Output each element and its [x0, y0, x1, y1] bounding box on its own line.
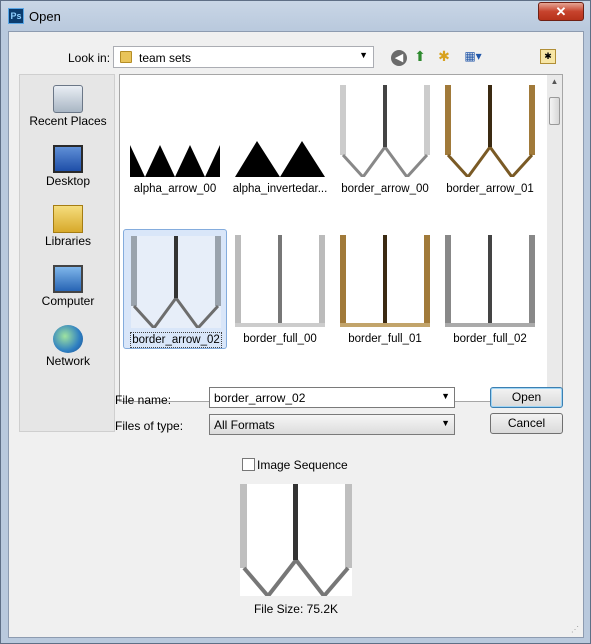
places-bar: Recent Places Desktop Libraries Computer… — [19, 74, 115, 432]
thumbnail-border-full — [235, 235, 325, 327]
scroll-up-arrow-icon[interactable]: ▲ — [547, 75, 562, 89]
place-computer[interactable]: Computer — [20, 261, 116, 319]
file-list[interactable]: alpha_arrow_00 alpha_invertedar... borde… — [119, 74, 562, 402]
new-folder-button[interactable]: ✱ — [434, 46, 454, 66]
look-in-label: Look in: — [68, 51, 111, 65]
file-tile[interactable]: border_arrow_01 — [438, 79, 542, 199]
look-in-combo[interactable]: team sets ▼ — [113, 46, 374, 68]
look-in-value: team sets — [139, 51, 192, 65]
chevron-down-icon: ▼ — [441, 418, 450, 428]
thumbnail-border-full-dark — [445, 235, 535, 327]
thumbnail-border-full-brown — [340, 235, 430, 327]
thumbnail-border-arrow — [340, 85, 430, 177]
cancel-button[interactable]: Cancel — [490, 413, 563, 434]
photoshop-app-icon: Ps — [8, 8, 24, 24]
image-sequence-label[interactable]: Image Sequence — [257, 458, 348, 472]
recent-places-icon — [53, 85, 83, 113]
file-name: border_full_01 — [348, 333, 422, 345]
computer-icon — [53, 265, 83, 293]
file-name: border_arrow_02 — [130, 332, 222, 348]
favorite-folder-icon[interactable]: ✱ — [540, 49, 556, 64]
files-of-type-value: All Formats — [214, 418, 275, 432]
image-sequence-checkbox[interactable] — [242, 458, 255, 471]
back-icon: ◀ — [391, 50, 407, 66]
up-folder-icon: ⬆ — [414, 48, 426, 64]
scrollbar-thumb[interactable] — [549, 97, 560, 125]
open-button[interactable]: Open — [490, 387, 563, 408]
place-label: Computer — [41, 294, 95, 308]
window-title: Open — [29, 9, 61, 24]
file-tile-selected[interactable]: border_arrow_02 — [123, 229, 227, 349]
up-one-level-button[interactable]: ⬆ — [410, 46, 430, 66]
network-icon — [53, 325, 83, 353]
preview-image — [240, 484, 352, 596]
file-tile[interactable]: alpha_invertedar... — [228, 79, 332, 199]
views-menu-icon: ▦▾ — [464, 49, 482, 63]
file-name: border_arrow_00 — [341, 183, 429, 195]
file-size-text: File Size: 75.2K — [253, 602, 339, 616]
file-name: border_arrow_01 — [446, 183, 534, 195]
files-of-type-label: Files of type: — [115, 419, 184, 433]
file-tile[interactable]: alpha_arrow_00 — [123, 79, 227, 199]
place-desktop[interactable]: Desktop — [20, 141, 116, 199]
file-name-label: File name: — [115, 393, 172, 407]
folder-icon — [120, 51, 132, 63]
chevron-down-icon[interactable]: ▼ — [441, 391, 450, 401]
place-network[interactable]: Network — [20, 321, 116, 379]
open-dialog: Ps Open ✕ Look in: team sets ▼ ◀ ⬆ ✱ ▦▾ … — [0, 0, 591, 644]
files-of-type-select[interactable]: All Formats ▼ — [209, 414, 455, 435]
place-label: Libraries — [44, 234, 92, 248]
file-tile[interactable]: border_full_00 — [228, 229, 332, 349]
desktop-icon — [53, 145, 83, 173]
file-name-value: border_arrow_02 — [214, 391, 306, 405]
resize-grip-icon[interactable]: ⋰ — [571, 625, 581, 635]
dialog-body: Look in: team sets ▼ ◀ ⬆ ✱ ▦▾ ✱ Recent P… — [8, 31, 584, 638]
title-bar[interactable]: Ps Open ✕ — [1, 1, 590, 31]
file-tile[interactable]: border_arrow_00 — [333, 79, 437, 199]
file-name: alpha_arrow_00 — [133, 183, 217, 195]
place-label: Recent Places — [29, 114, 107, 128]
file-tile[interactable]: border_full_02 — [438, 229, 542, 349]
close-button[interactable]: ✕ — [538, 2, 584, 21]
file-name: alpha_invertedar... — [232, 183, 328, 195]
place-label: Network — [45, 354, 90, 368]
back-button[interactable]: ◀ — [389, 46, 409, 66]
file-name: border_full_00 — [243, 333, 317, 345]
chevron-down-icon: ▼ — [359, 50, 368, 60]
file-tile[interactable]: border_full_01 — [333, 229, 437, 349]
libraries-icon — [53, 205, 83, 233]
file-list-scrollbar[interactable]: ▲ ▼ — [547, 74, 563, 402]
file-name-input[interactable]: border_arrow_02 ▼ — [209, 387, 455, 408]
thumbnail-alpha-arrow — [130, 85, 220, 177]
file-name: border_full_02 — [453, 333, 527, 345]
thumbnail-border-arrow-brown — [445, 85, 535, 177]
new-folder-icon: ✱ — [438, 48, 450, 64]
thumbnail-border-arrow — [131, 236, 221, 328]
thumbnail-alpha-inverted — [235, 85, 325, 177]
place-libraries[interactable]: Libraries — [20, 201, 116, 259]
views-menu-button[interactable]: ▦▾ — [459, 46, 487, 66]
place-recent-places[interactable]: Recent Places — [20, 81, 116, 139]
place-label: Desktop — [45, 174, 91, 188]
